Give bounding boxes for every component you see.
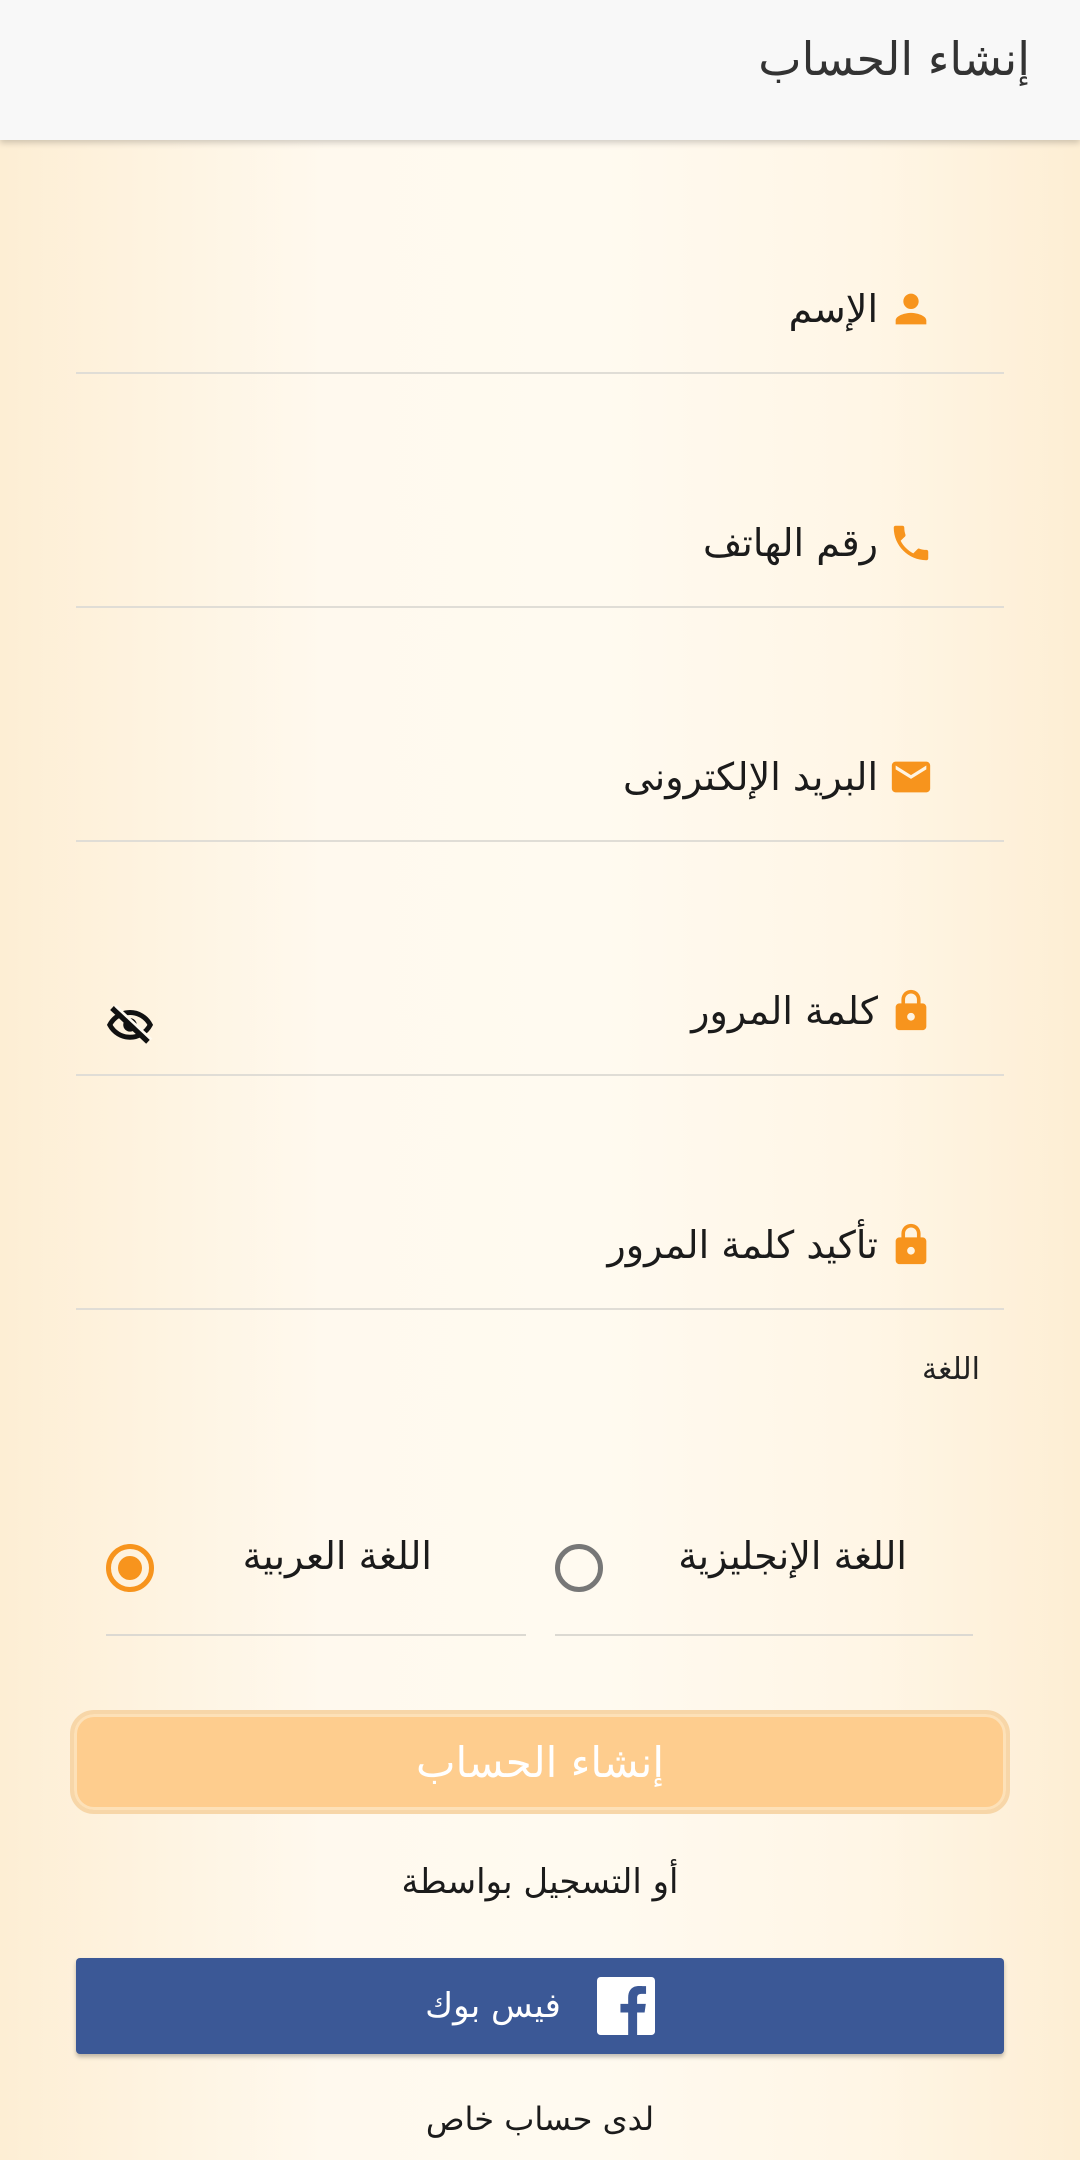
radio-arabic[interactable]: اللغة العربية — [106, 1520, 526, 1636]
language-label: اللغة — [922, 1352, 980, 1387]
lock-icon — [888, 1222, 934, 1268]
confirm-password-field[interactable]: تأكيد كلمة المرور — [76, 1076, 1004, 1310]
facebook-icon — [596, 1977, 655, 2035]
radio-english[interactable]: اللغة الإنجليزية — [555, 1520, 973, 1636]
app-bar: إنشاء الحساب — [0, 0, 1080, 140]
radio-english-label: اللغة الإنجليزية — [678, 1534, 907, 1578]
eye-off-icon[interactable] — [102, 998, 158, 1054]
password-label: كلمة المرور — [691, 989, 878, 1033]
or-register-text: أو التسجيل بواسطة — [401, 1862, 679, 1902]
email-field[interactable]: البريد الإلكترونى — [76, 608, 1004, 842]
phone-field[interactable]: رقم الهاتف — [76, 374, 1004, 608]
phone-icon — [888, 520, 934, 566]
email-label: البريد الإلكترونى — [623, 755, 878, 799]
name-label: الإسم — [788, 287, 878, 331]
phone-label: رقم الهاتف — [702, 521, 878, 565]
radio-checked-icon[interactable] — [106, 1544, 154, 1592]
person-icon — [888, 286, 934, 332]
create-account-button[interactable]: إنشاء الحساب — [70, 1710, 1010, 1814]
page-title: إنشاء الحساب — [758, 32, 1030, 86]
facebook-label: فيس بوك — [425, 1986, 561, 2026]
name-field[interactable]: الإسم — [76, 140, 1004, 374]
radio-arabic-label: اللغة العربية — [242, 1534, 432, 1578]
have-account-link[interactable]: لدى حساب خاص — [0, 2100, 1080, 2138]
password-field[interactable]: كلمة المرور — [76, 842, 1004, 1076]
create-account-label: إنشاء الحساب — [415, 1737, 665, 1787]
facebook-button[interactable]: فيس بوك — [76, 1958, 1004, 2054]
lock-icon — [888, 988, 934, 1034]
radio-unchecked-icon[interactable] — [555, 1544, 603, 1592]
mail-icon — [888, 754, 934, 800]
confirm-password-label: تأكيد كلمة المرور — [607, 1223, 878, 1267]
